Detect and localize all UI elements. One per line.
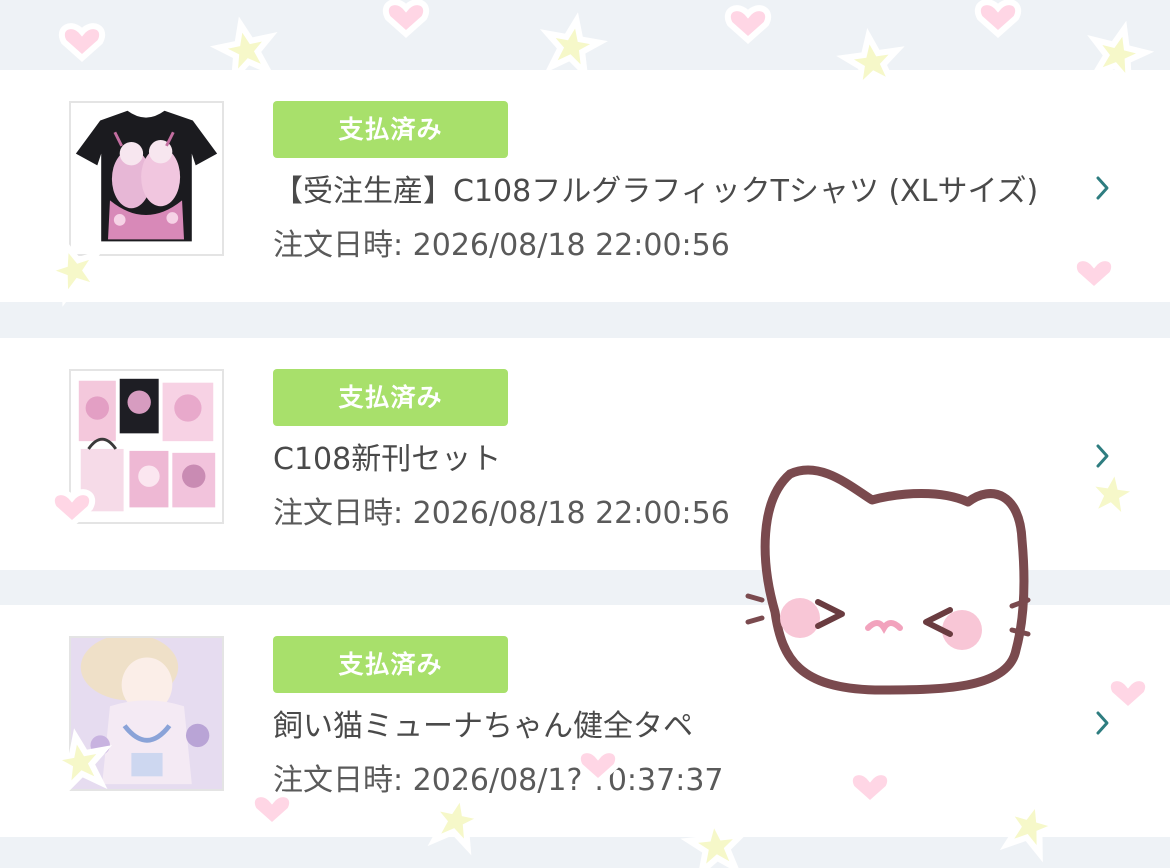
tshirt-thumbnail-icon bbox=[71, 103, 222, 254]
chevron-right-icon[interactable] bbox=[1093, 708, 1113, 738]
tapestry-thumbnail-icon bbox=[71, 638, 222, 789]
order-date: 注文日時: 2026/08/18 22:00:56 bbox=[273, 228, 730, 263]
status-badge: 支払済み bbox=[273, 369, 508, 426]
order-date: 注文日時: 2026/08/18 22:00:56 bbox=[273, 496, 730, 531]
status-badge: 支払済み bbox=[273, 101, 508, 158]
product-thumbnail-book-set bbox=[69, 369, 224, 524]
chevron-right-icon[interactable] bbox=[1093, 173, 1113, 203]
product-title: C108新刊セット bbox=[273, 442, 502, 477]
chevron-right-icon[interactable] bbox=[1093, 441, 1113, 471]
order-item-3[interactable]: 支払済み 飼い猫ミューナちゃん健全タペ 注文日時: 2026/08/1? ?0:… bbox=[0, 605, 1170, 837]
product-thumbnail-tapestry bbox=[69, 636, 224, 791]
product-title: 飼い猫ミューナちゃん健全タペ bbox=[273, 709, 693, 744]
book-set-thumbnail-icon bbox=[71, 371, 222, 522]
order-item-1[interactable]: 支払済み 【受注生産】C108フルグラフィックTシャツ (XLサイズ) 注文日時… bbox=[0, 70, 1170, 302]
product-title: 【受注生産】C108フルグラフィックTシャツ (XLサイズ) bbox=[273, 174, 1039, 209]
product-thumbnail-tshirt bbox=[69, 101, 224, 256]
order-date: 注文日時: 2026/08/1? ?0:37:37 bbox=[273, 763, 724, 798]
order-list: 支払済み 【受注生産】C108フルグラフィックTシャツ (XLサイズ) 注文日時… bbox=[0, 0, 1170, 868]
order-item-2[interactable]: 支払済み C108新刊セット 注文日時: 2026/08/18 22:00:56 bbox=[0, 338, 1170, 570]
status-badge: 支払済み bbox=[273, 636, 508, 693]
